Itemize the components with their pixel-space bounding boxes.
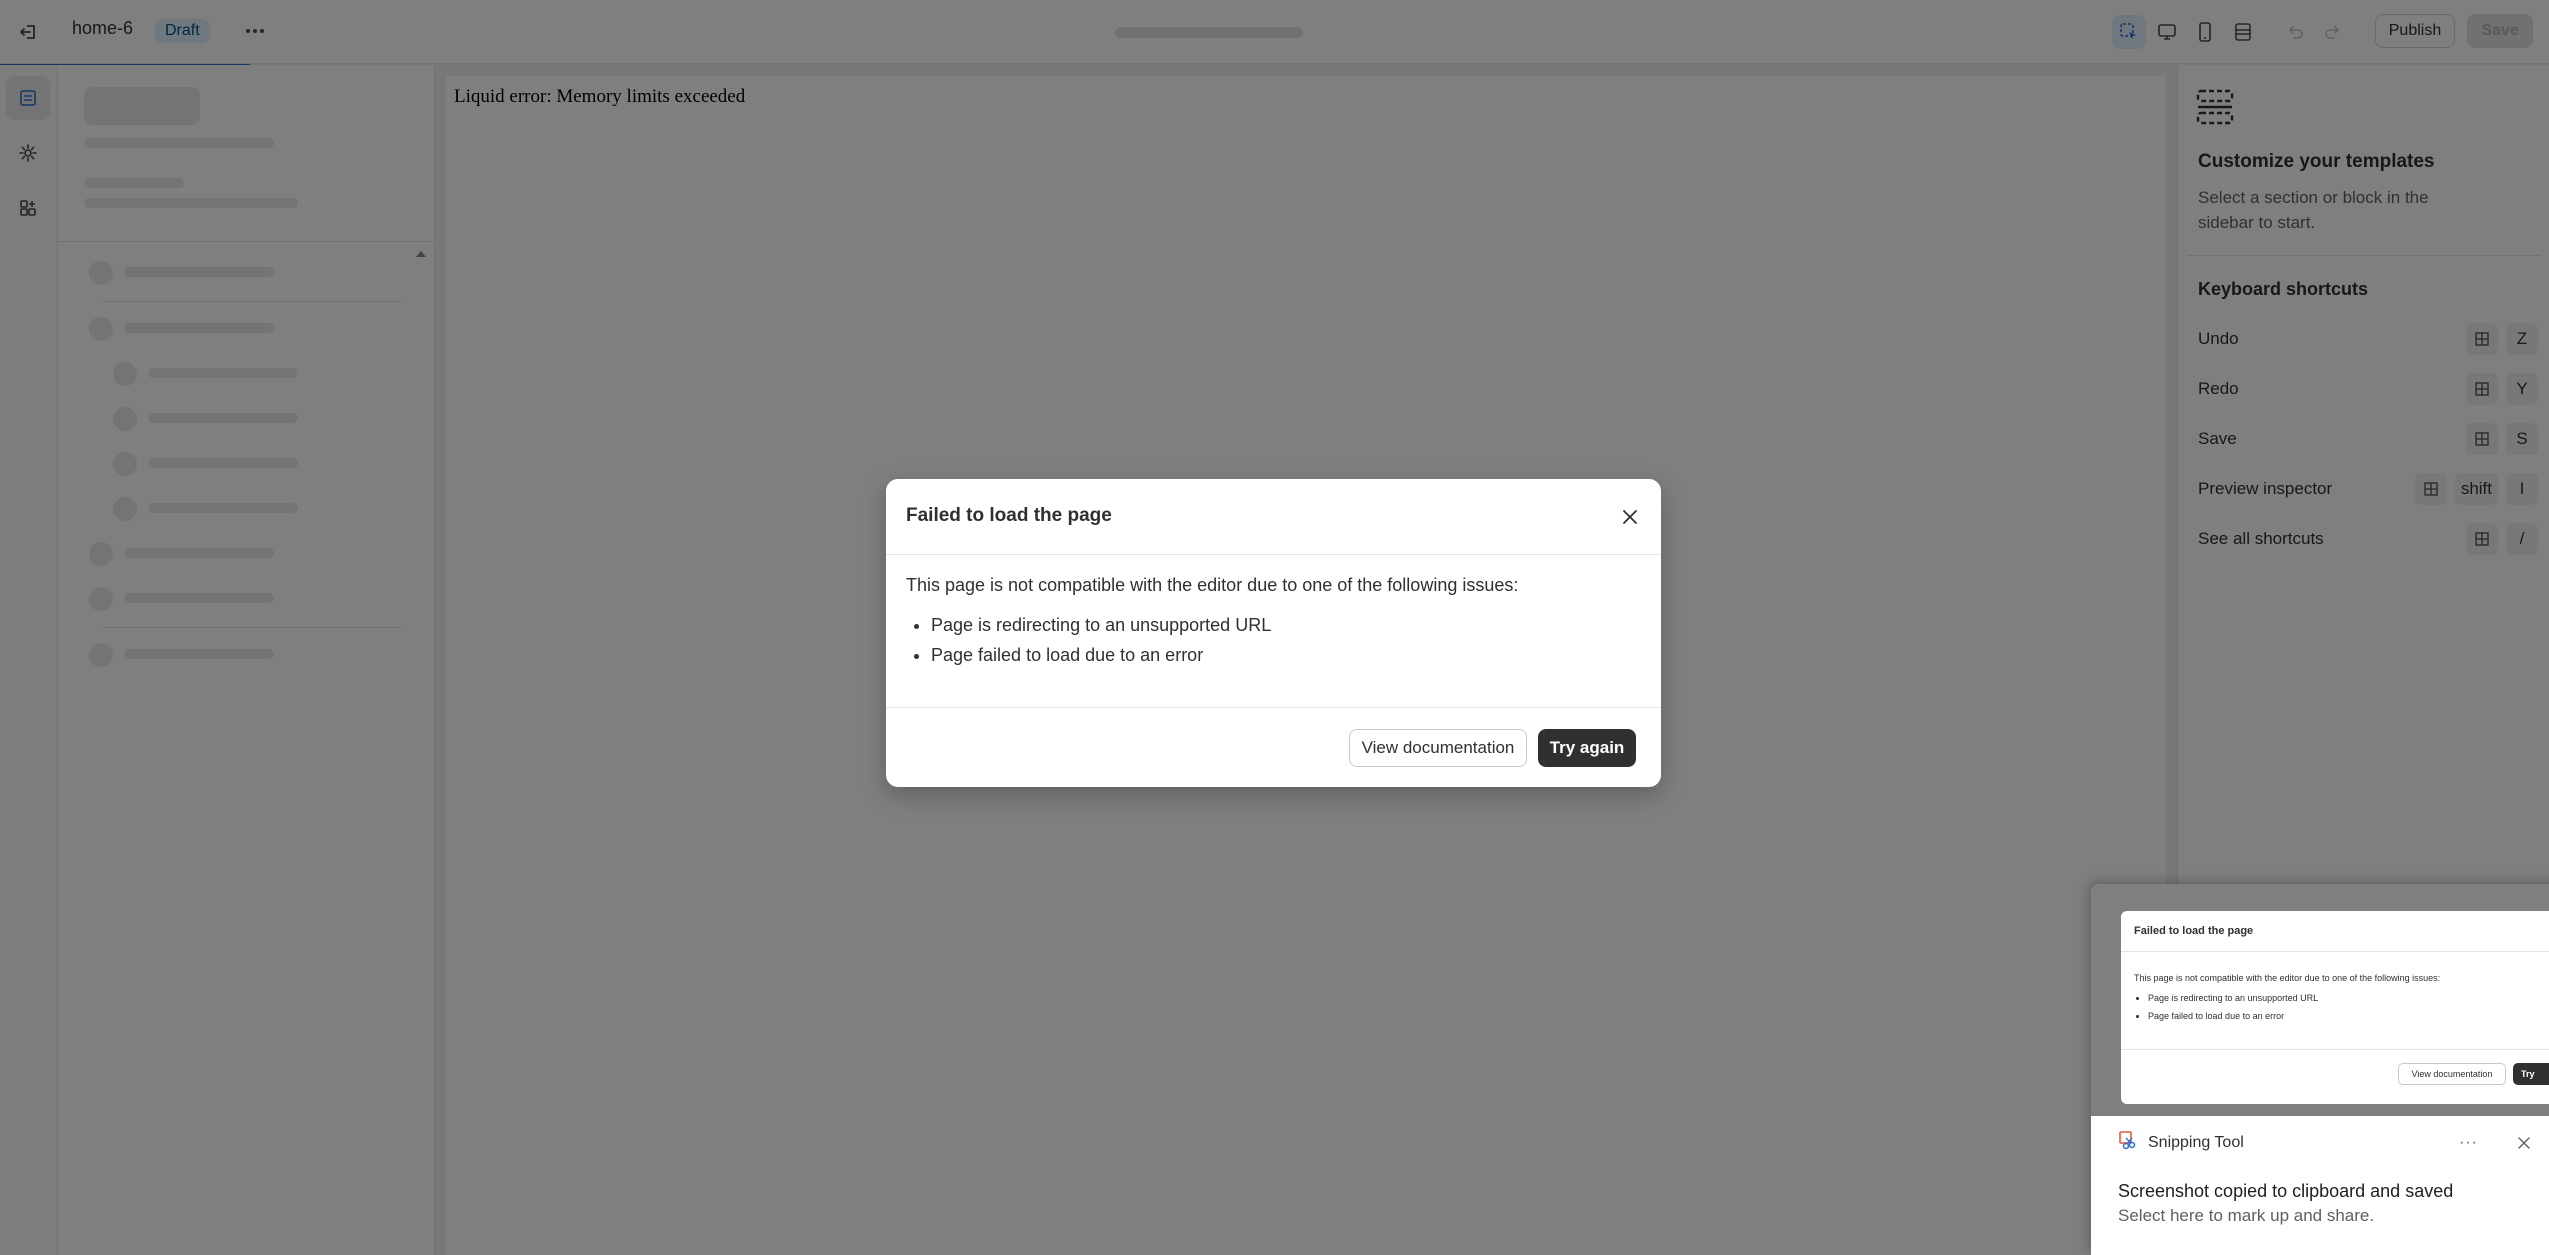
screenshot-thumbnail[interactable]: Failed to load the page This page is not… bbox=[2091, 884, 2549, 1116]
close-icon[interactable] bbox=[2513, 1132, 2535, 1154]
thumbnail-title: Failed to load the page bbox=[2134, 925, 2254, 937]
thumbnail-issue-list: Page is redirecting to an unsupported UR… bbox=[2148, 989, 2318, 1025]
modal-intro: This page is not compatible with the edi… bbox=[906, 575, 1519, 595]
list-item: Page is redirecting to an unsupported UR… bbox=[2148, 989, 2318, 1007]
thumbnail-intro: This page is not compatible with the edi… bbox=[2134, 973, 2441, 983]
close-icon[interactable] bbox=[1616, 503, 1644, 531]
divider bbox=[2121, 951, 2549, 952]
modal-body: This page is not compatible with the edi… bbox=[906, 575, 1641, 670]
thumbnail-try-button: Try bbox=[2513, 1063, 2549, 1085]
toast-app-header: Snipping Tool bbox=[2118, 1130, 2244, 1155]
modal-header: Failed to load the page bbox=[886, 479, 1661, 555]
toast-message: Screenshot copied to clipboard and saved bbox=[2118, 1181, 2454, 1201]
error-modal: Failed to load the page This page is not… bbox=[886, 479, 1661, 787]
divider bbox=[2121, 1049, 2549, 1050]
thumbnail-docs-button: View documentation bbox=[2398, 1063, 2506, 1085]
snipping-tool-icon bbox=[2118, 1130, 2138, 1155]
issue-list: Page is redirecting to an unsupported UR… bbox=[906, 610, 1641, 670]
list-item: Page failed to load due to an error bbox=[2148, 1007, 2318, 1025]
snipping-tool-notification[interactable]: Failed to load the page This page is not… bbox=[2091, 884, 2549, 1255]
more-options-icon[interactable]: ··· bbox=[2459, 1134, 2478, 1152]
list-item: Page failed to load due to an error bbox=[931, 640, 1641, 670]
modal-footer: View documentation Try again bbox=[886, 707, 1661, 787]
modal-title: Failed to load the page bbox=[906, 505, 1112, 526]
toast-app-name: Snipping Tool bbox=[2148, 1133, 2244, 1151]
thumbnail-modal: Failed to load the page This page is not… bbox=[2121, 911, 2549, 1104]
toast-sub-message: Select here to mark up and share. bbox=[2118, 1206, 2375, 1225]
try-again-button[interactable]: Try again bbox=[1538, 729, 1636, 767]
view-documentation-button[interactable]: View documentation bbox=[1349, 729, 1527, 767]
list-item: Page is redirecting to an unsupported UR… bbox=[931, 610, 1641, 640]
